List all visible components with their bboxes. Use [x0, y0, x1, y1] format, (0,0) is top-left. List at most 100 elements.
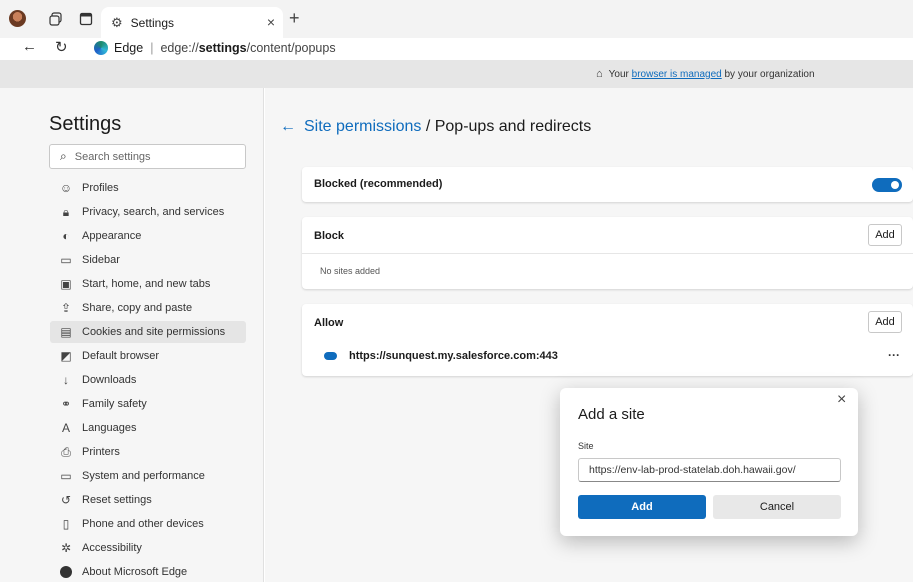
add-button[interactable]: Add: [578, 495, 706, 519]
url-divider: |: [150, 41, 154, 55]
profile-icon: ☺: [59, 181, 73, 195]
blocked-card: Blocked (recommended): [302, 167, 913, 202]
edge-logo-icon: [59, 565, 73, 579]
sidebar-item-sidebar[interactable]: ▭ Sidebar: [50, 249, 246, 271]
cookies-icon: ▤: [60, 325, 72, 339]
sidebar-item-system[interactable]: ▭ System and performance: [50, 465, 246, 487]
breadcrumb-sep: /: [421, 118, 435, 135]
allow-section-title: Allow: [314, 317, 344, 329]
close-tab-icon[interactable]: ×: [267, 14, 275, 30]
back-arrow-icon[interactable]: ←: [280, 118, 296, 136]
sidebar-item-phone[interactable]: ▯ Phone and other devices: [50, 513, 246, 535]
blocked-label: Blocked (recommended): [314, 178, 443, 190]
search-icon: ⌕: [60, 149, 67, 163]
sidebar-item-profiles[interactable]: ☺ Profiles: [50, 177, 246, 199]
sidebar-item-label: Printers: [82, 446, 120, 458]
url-host: edge://: [160, 41, 199, 55]
sidebar-item-label: Appearance: [82, 230, 142, 242]
breadcrumb: ← Site permissions / Pop-ups and redirec…: [280, 118, 591, 136]
sidebar-item-accessibility[interactable]: ✲ Accessibility: [50, 537, 246, 559]
sidebar-item-printers[interactable]: ⎙ Printers: [50, 441, 246, 463]
add-site-dialog: × Add a site Site https://env-lab-prod-s…: [560, 388, 858, 536]
search-input[interactable]: ⌕ Search settings: [49, 144, 246, 169]
download-icon: ↓: [63, 373, 69, 387]
search-placeholder: Search settings: [74, 150, 151, 163]
sidebar-item-label: Privacy, search, and services: [82, 206, 225, 218]
block-add-button[interactable]: Add: [868, 224, 902, 246]
sidebar-item-label: Default browser: [82, 350, 160, 362]
sidebar-item-privacy[interactable]: 🔒︎ Privacy, search, and services: [50, 201, 246, 223]
sidebar-item-label: Cookies and site permissions: [82, 326, 226, 338]
url-prefix: Edge: [114, 41, 144, 55]
sidebar-item-about[interactable]: About Microsoft Edge: [50, 561, 246, 582]
family-icon: ⚭: [60, 397, 72, 411]
sidebar-item-label: Languages: [82, 422, 137, 434]
site-input-value: https://env-lab-prod-statelab.doh.hawaii…: [589, 464, 796, 476]
site-field-label: Site: [578, 441, 594, 451]
sidebar-item-label: Family safety: [82, 398, 147, 410]
sidebar-item-label: About Microsoft Edge: [82, 566, 188, 578]
sidebar-title: Settings: [49, 113, 122, 135]
sidebar-item-default-browser[interactable]: ◩ Default browser: [50, 345, 246, 367]
banner-link[interactable]: browser is managed: [632, 69, 722, 80]
sidebar-item-label: Accessibility: [82, 542, 142, 554]
sidebar-item-languages[interactable]: A Languages: [50, 417, 246, 439]
page-title: Pop-ups and redirects: [434, 118, 592, 135]
sidebar-item-label: System and performance: [82, 470, 205, 482]
divider: [302, 253, 913, 254]
default-browser-icon: ◩: [60, 349, 72, 363]
managed-banner: ⌂ Your browser is managed by your organi…: [0, 60, 913, 88]
tab-settings[interactable]: ⚙ Settings ×: [101, 7, 283, 38]
salesforce-cloud-icon: [324, 352, 337, 360]
allow-card: Allow Add https://sunquest.my.salesforce…: [302, 304, 913, 376]
blocked-toggle[interactable]: [872, 178, 902, 192]
sidebar-item-reset[interactable]: ↺ Reset settings: [50, 489, 246, 511]
sidebar-item-share[interactable]: ⇪ Share, copy and paste: [50, 297, 246, 319]
sidebar-item-label: Reset settings: [82, 494, 152, 506]
more-options-icon[interactable]: ···: [888, 348, 900, 362]
banner-post: by your organization: [724, 68, 815, 80]
tab-title: Settings: [130, 15, 175, 30]
add-button-label: Add: [631, 501, 653, 513]
url-path-bold: settings: [198, 41, 247, 55]
profile-avatar[interactable]: [9, 10, 26, 27]
url-path: /content/popups: [246, 41, 336, 55]
dialog-title: Add a site: [578, 406, 645, 423]
site-input[interactable]: https://env-lab-prod-statelab.doh.hawaii…: [578, 458, 841, 482]
briefcase-icon: ⌂: [596, 68, 603, 80]
block-section-title: Block: [314, 230, 344, 242]
sidebar-item-family[interactable]: ⚭ Family safety: [50, 393, 246, 415]
list-item: https://sunquest.my.salesforce.com:443: [324, 350, 558, 362]
block-card: Block Add No sites added: [302, 217, 913, 289]
url-field[interactable]: Edge | edge://settings/content/popups: [80, 39, 580, 57]
sidebar-item-label: Share, copy and paste: [82, 302, 193, 314]
sidebar-item-start-home[interactable]: ▣ Start, home, and new tabs: [50, 273, 246, 295]
reset-icon: ↺: [60, 493, 72, 507]
home-tabs-icon: ▣: [60, 277, 72, 291]
sidebar-item-cookies[interactable]: ▤ Cookies and site permissions: [50, 321, 246, 343]
edge-logo-icon: [94, 41, 108, 55]
system-icon: ▭: [60, 469, 72, 483]
allowed-site-url: https://sunquest.my.salesforce.com:443: [349, 350, 558, 362]
gear-icon: ⚙: [111, 14, 123, 30]
tab-actions-icon[interactable]: [79, 12, 93, 26]
close-icon[interactable]: ×: [837, 391, 846, 409]
back-icon[interactable]: ←: [22, 38, 37, 55]
breadcrumb-link[interactable]: Site permissions: [304, 118, 421, 136]
sidebar-icon: ▭: [60, 253, 72, 267]
sidebar-item-appearance[interactable]: ◐ Appearance: [50, 225, 246, 247]
refresh-icon[interactable]: ↻: [55, 38, 68, 56]
allow-add-button[interactable]: Add: [868, 311, 902, 333]
printer-icon: ⎙: [61, 444, 71, 459]
sidebar-item-label: Downloads: [82, 374, 137, 386]
sidebar-item-label: Phone and other devices: [82, 518, 204, 530]
phone-icon: ▯: [62, 517, 70, 531]
language-icon: A: [61, 421, 70, 435]
banner-pre: Your: [608, 68, 629, 80]
sidebar-item-label: Sidebar: [82, 254, 120, 266]
workspaces-icon[interactable]: [48, 11, 64, 27]
block-empty-text: No sites added: [320, 266, 381, 276]
sidebar-item-downloads[interactable]: ↓ Downloads: [50, 369, 246, 391]
cancel-button[interactable]: Cancel: [713, 495, 841, 519]
new-tab-button[interactable]: +: [289, 9, 300, 27]
